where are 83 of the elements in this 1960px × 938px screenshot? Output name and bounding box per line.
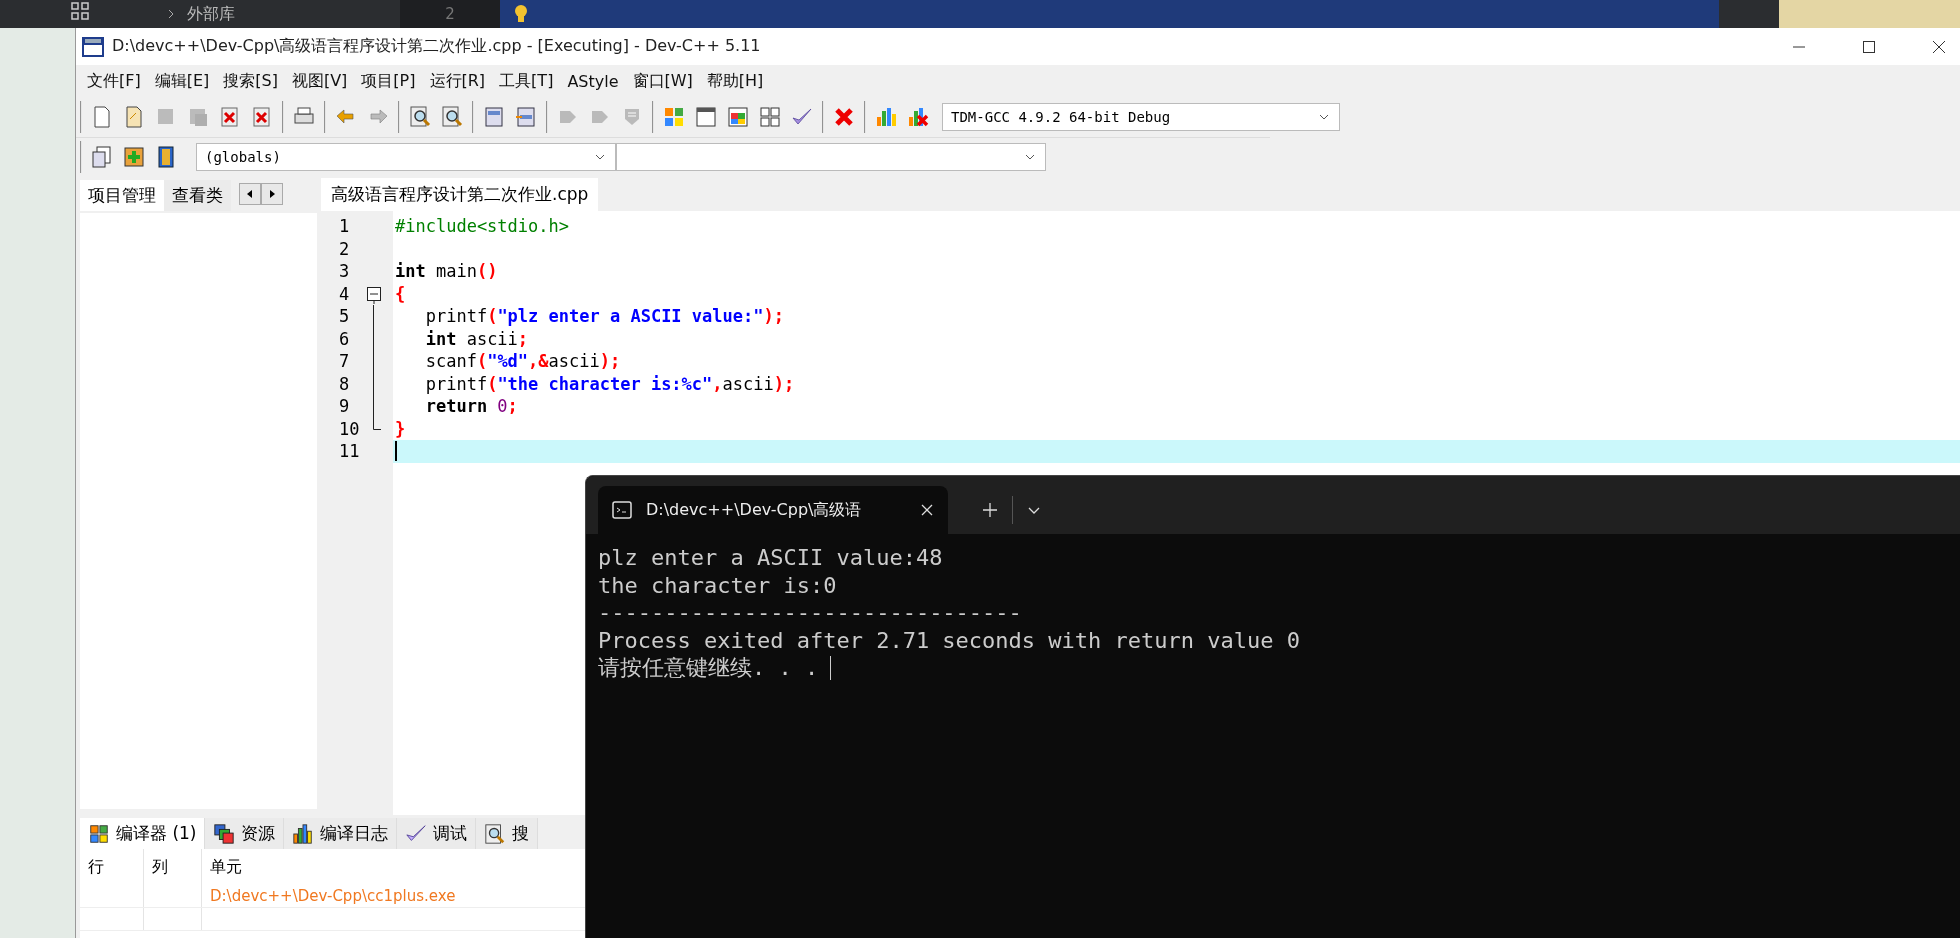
code-line: }: [395, 418, 406, 439]
lightbulb-icon[interactable]: [514, 4, 528, 24]
code-line: {: [395, 283, 406, 304]
menu-item[interactable]: 视图[V]: [284, 67, 355, 95]
line-number: 3: [338, 260, 351, 283]
chevron-down-icon[interactable]: [1027, 506, 1041, 516]
close-icon[interactable]: [1932, 39, 1946, 54]
menu-item[interactable]: 工具[T]: [492, 67, 561, 95]
fold-end-line: [373, 417, 381, 430]
code-line: printf("the character is:%c",ascii);: [424, 373, 795, 394]
panel-tab[interactable]: 查看类: [164, 180, 231, 211]
caret-icon: [1025, 154, 1035, 161]
compiler-dropdown[interactable]: TDM-GCC 4.9.2 64-bit Debug: [942, 102, 1340, 131]
collapse-icon[interactable]: [367, 286, 381, 304]
line-number: 11: [338, 440, 361, 463]
line-number: 8: [338, 372, 351, 395]
terminal-tab[interactable]: D:\devc++\Dev-Cpp\高级语: [598, 486, 948, 534]
line-number: 1: [338, 215, 351, 238]
code-line: return 0;: [424, 396, 518, 417]
console-output: Process exited after 2.71 seconds with return value 0: [598, 627, 1300, 653]
menu-item[interactable]: 窗口[W]: [625, 67, 700, 95]
grid-icon[interactable]: [71, 2, 89, 20]
menu-item[interactable]: AStyle: [560, 68, 626, 94]
menu-item[interactable]: 帮助[H]: [699, 67, 771, 95]
table-cell: D:\devc++\Dev-Cpp\cc1plus.exe: [210, 887, 456, 905]
window-title: D:\devc++\Dev-Cpp\高级语言程序设计第二次作业.cpp - [Executing] - Dev-C++ 5.11: [112, 36, 761, 57]
console-output: plz enter a ASCII value:48: [598, 545, 943, 571]
caret-icon: [595, 154, 605, 161]
chevron-right-icon[interactable]: [168, 9, 175, 19]
panel-tab[interactable]: 资源: [205, 818, 285, 849]
maximize-icon[interactable]: [1862, 39, 1876, 54]
code-line: #include<stdio.h>: [395, 216, 569, 237]
line-number: 4: [338, 282, 351, 305]
column-header[interactable]: 行: [88, 856, 104, 878]
search-icon[interactable]: [440, 104, 464, 129]
scope-dropdown[interactable]: (globals): [196, 143, 616, 172]
caret-icon: [1319, 113, 1329, 120]
column-header[interactable]: 单元: [210, 856, 242, 878]
grid-icon[interactable]: [758, 104, 782, 129]
panel-tab[interactable]: 编译日志: [284, 818, 398, 849]
panel-tab[interactable]: 搜: [476, 818, 539, 849]
line-number: 5: [338, 305, 351, 328]
code-line: scanf("%d",&ascii);: [424, 351, 621, 372]
console-output: the character is:0: [598, 572, 837, 598]
panel-tab[interactable]: 调试: [397, 818, 477, 849]
column-header[interactable]: 列: [152, 856, 168, 878]
plus-icon[interactable]: [122, 145, 146, 170]
panel-tab[interactable]: 编译器 (1): [80, 818, 206, 849]
console-output: --------------------------------: [598, 600, 1022, 626]
text-cursor: [830, 655, 832, 680]
panel-tab[interactable]: 项目管理: [80, 180, 164, 211]
squares-icon: [213, 822, 236, 845]
menu-item[interactable]: 搜索[S]: [216, 67, 285, 95]
line-number: 2: [445, 5, 455, 23]
line-number: 7: [338, 350, 351, 373]
menu-item[interactable]: 运行[R]: [422, 67, 493, 95]
line-number: 10: [338, 417, 361, 440]
split-panel-icon[interactable]: [514, 104, 538, 129]
line-number: 6: [338, 327, 351, 350]
text-cursor: [395, 441, 397, 462]
line-number: 2: [338, 237, 351, 260]
search-icon: [484, 822, 507, 845]
terminal-icon: [612, 501, 632, 519]
window-icon[interactable]: [694, 104, 718, 129]
scroll-right-icon[interactable]: [261, 183, 283, 205]
color-window-icon[interactable]: [726, 104, 750, 129]
scroll-left-icon[interactable]: [239, 183, 261, 205]
menu-item[interactable]: 项目[P]: [354, 67, 423, 95]
line-number: 9: [338, 395, 351, 418]
console-output: 请按任意键继续. . .: [598, 653, 819, 682]
file-tab[interactable]: 高级语言程序设计第二次作业.cpp: [321, 178, 599, 211]
app-icon: [82, 36, 104, 57]
code-line: printf("plz enter a ASCII value:");: [424, 306, 784, 327]
grid-icon: [88, 822, 110, 845]
panel-icon[interactable]: [482, 104, 506, 129]
new-tab-icon[interactable]: [982, 502, 998, 518]
menu-item[interactable]: 编辑[E]: [147, 67, 217, 95]
menu-item[interactable]: 文件[F]: [80, 67, 148, 95]
code-line: int ascii;: [424, 328, 529, 349]
search-icon[interactable]: [408, 104, 432, 129]
tree-item[interactable]: 外部库: [187, 4, 235, 24]
bar-chart-icon: [292, 822, 315, 845]
code-line: int main(): [395, 261, 498, 282]
